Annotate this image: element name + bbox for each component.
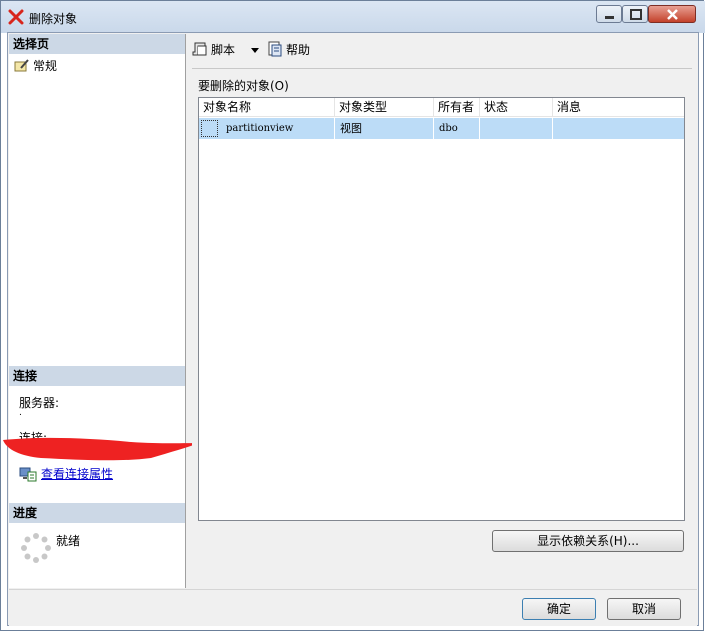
server-value: .	[19, 408, 22, 418]
minimize-icon	[605, 16, 614, 19]
show-dependencies-button[interactable]: 显示依赖关系(H)...	[492, 530, 684, 552]
cell-owner: dbo	[434, 118, 480, 139]
objects-to-delete-label: 要删除的对象(O)	[198, 79, 289, 93]
grid-header: 对象名称 对象类型 所有者 状态 消息	[199, 98, 684, 117]
progress-header: 进度	[9, 503, 185, 523]
maximize-icon	[630, 9, 642, 20]
server-label: 服务器:	[19, 396, 60, 410]
window-title: 删除对象	[29, 12, 78, 26]
select-page-header: 选择页	[9, 34, 185, 54]
dialog-client-area: 选择页 常规 连接 服务器: . 连接: 查看连接属性 进度 就绪 脚本 帮助 …	[3, 32, 699, 626]
script-dropdown-arrow-icon[interactable]	[251, 48, 259, 53]
general-page-icon	[14, 58, 29, 71]
title-bar[interactable]: 删除对象	[1, 1, 705, 33]
close-icon	[667, 9, 678, 20]
row-focus-marker	[201, 120, 218, 137]
page-item-general[interactable]: 常规	[14, 57, 57, 74]
script-icon	[192, 42, 207, 56]
help-icon	[268, 41, 282, 57]
column-header-message[interactable]: 消息	[553, 98, 684, 116]
cell-status	[480, 118, 553, 139]
right-pane: 脚本 帮助 要删除的对象(O) 对象名称 对象类型 所有者 状态 消息 part…	[186, 34, 698, 588]
redaction-mark	[3, 437, 199, 461]
delete-object-dialog: 删除对象 选择页 常规 连接 服务器: . 连接: 查看连接属性 进度 就绪 脚…	[0, 0, 705, 631]
cell-message	[553, 118, 684, 139]
objects-grid[interactable]: 对象名称 对象类型 所有者 状态 消息 partitionview 视图 dbo	[198, 97, 685, 521]
dialog-button-bar: 确定 取消	[9, 589, 697, 626]
cell-object-type: 视图	[335, 118, 434, 139]
progress-status: 就绪	[56, 534, 81, 548]
connection-properties-icon	[19, 467, 37, 481]
close-button[interactable]	[648, 5, 696, 23]
column-header-status[interactable]: 状态	[480, 98, 553, 116]
toolbar: 脚本 帮助	[186, 34, 698, 64]
script-button-label: 脚本	[211, 42, 236, 57]
table-row[interactable]: partitionview 视图 dbo	[199, 118, 684, 139]
help-button-label: 帮助	[286, 42, 311, 57]
cell-object-name: partitionview	[221, 118, 335, 139]
column-header-owner[interactable]: 所有者	[434, 98, 480, 116]
cancel-button[interactable]: 取消	[607, 598, 681, 620]
view-connection-properties[interactable]: 查看连接属性	[19, 465, 113, 482]
connection-header: 连接	[9, 366, 185, 386]
delete-x-icon	[8, 9, 24, 25]
ok-button[interactable]: 确定	[522, 598, 596, 620]
objects-panel: 要删除的对象(O) 对象名称 对象类型 所有者 状态 消息 partitionv…	[192, 68, 692, 583]
minimize-button[interactable]	[596, 5, 622, 23]
progress-spinner-icon	[21, 533, 51, 563]
maximize-button[interactable]	[622, 5, 648, 23]
page-item-general-label: 常规	[33, 59, 58, 73]
left-pane: 选择页 常规 连接 服务器: . 连接: 查看连接属性 进度 就绪	[3, 34, 199, 588]
help-button[interactable]: 帮助	[267, 40, 310, 58]
column-header-object-type[interactable]: 对象类型	[335, 98, 434, 116]
script-button[interactable]: 脚本	[192, 40, 235, 58]
column-header-object-name[interactable]: 对象名称	[199, 98, 335, 116]
view-connection-properties-link[interactable]: 查看连接属性	[41, 465, 113, 482]
